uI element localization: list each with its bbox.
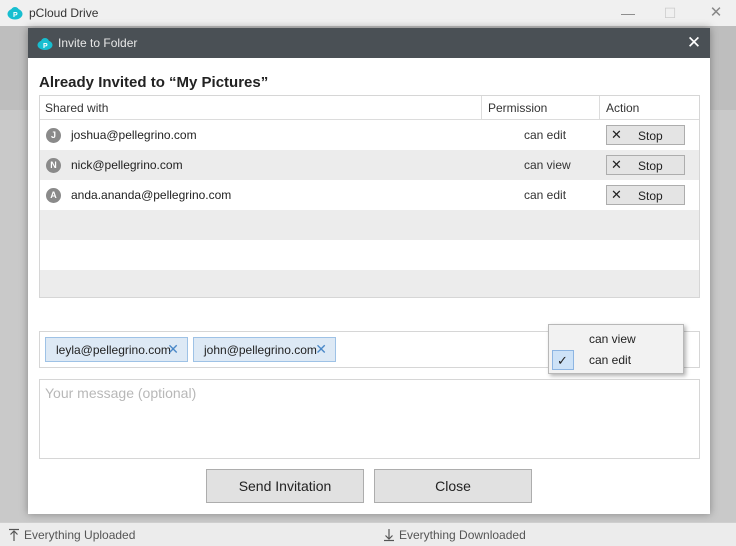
column-divider xyxy=(481,96,482,120)
avatar: N xyxy=(46,158,61,173)
avatar: A xyxy=(46,188,61,203)
remove-recipient-icon[interactable]: ✕ xyxy=(315,341,327,358)
member-email: joshua@pellegrino.com xyxy=(71,128,197,142)
stop-sharing-button[interactable]: ✕ Stop xyxy=(606,155,685,175)
table-row: A anda.ananda@pellegrino.com can edit ✕ … xyxy=(40,180,699,210)
recipient-email: john@pellegrino.com xyxy=(204,343,317,357)
svg-text:P: P xyxy=(43,43,48,50)
dialog-close-button[interactable]: ✕ xyxy=(684,33,704,53)
app-title: pCloud Drive xyxy=(29,6,99,20)
checkmark-icon: ✓ xyxy=(557,353,568,368)
member-permission[interactable]: can edit xyxy=(524,188,566,202)
member-email: nick@pellegrino.com xyxy=(71,158,183,172)
stop-sharing-button[interactable]: ✕ Stop xyxy=(606,125,685,145)
column-header-action[interactable]: Action xyxy=(606,101,639,115)
pcloud-logo-icon: P xyxy=(7,7,23,20)
column-header-shared-with[interactable]: Shared with xyxy=(45,101,108,115)
download-arrow-icon xyxy=(384,529,394,542)
empty-table-row xyxy=(40,210,699,240)
column-divider xyxy=(599,96,600,120)
close-icon: ✕ xyxy=(611,157,622,172)
svg-text:P: P xyxy=(13,12,18,19)
recipient-chip[interactable]: leyla@pellegrino.com ✕ xyxy=(45,337,188,362)
close-button[interactable]: Close xyxy=(374,469,532,503)
permission-dropdown-menu: can view ✓ can edit xyxy=(548,324,684,374)
menu-item-label: can view xyxy=(589,332,636,346)
invite-dialog: P Invite to Folder ✕ Already Invited to … xyxy=(28,28,710,514)
member-permission[interactable]: can edit xyxy=(524,128,566,142)
empty-table-row xyxy=(40,240,699,270)
avatar: J xyxy=(46,128,61,143)
stop-label: Stop xyxy=(638,129,663,143)
message-box xyxy=(39,379,700,459)
shared-with-table: Shared with Permission Action J joshua@p… xyxy=(39,95,700,298)
remove-recipient-icon[interactable]: ✕ xyxy=(167,341,179,358)
recipient-chip[interactable]: john@pellegrino.com ✕ xyxy=(193,337,336,362)
upload-arrow-icon xyxy=(9,528,19,541)
column-header-permission[interactable]: Permission xyxy=(488,101,547,115)
upload-status-text: Everything Uploaded xyxy=(24,528,136,542)
member-permission[interactable]: can view xyxy=(524,158,571,172)
close-icon: ✕ xyxy=(611,187,622,202)
menu-item-can-view[interactable]: can view xyxy=(549,328,683,350)
stop-label: Stop xyxy=(638,159,663,173)
download-status: Everything Downloaded xyxy=(383,528,583,542)
selected-indicator: ✓ xyxy=(552,350,574,370)
close-icon: ✕ xyxy=(611,127,622,142)
upload-status: Everything Uploaded xyxy=(8,528,208,542)
main-titlebar: P pCloud Drive — ☐ ✕ xyxy=(0,0,736,26)
status-bar: Everything Uploaded Everything Downloade… xyxy=(0,522,736,546)
dialog-titlebar: P Invite to Folder ✕ xyxy=(28,28,710,58)
dialog-title: Invite to Folder xyxy=(58,36,138,50)
recipient-email: leyla@pellegrino.com xyxy=(56,343,171,357)
minimize-button[interactable]: — xyxy=(618,4,638,22)
table-row: J joshua@pellegrino.com can edit ✕ Stop xyxy=(40,120,699,150)
table-row: N nick@pellegrino.com can view ✕ Stop xyxy=(40,150,699,180)
message-input[interactable] xyxy=(40,380,699,458)
pcloud-logo-icon: P xyxy=(37,38,53,50)
menu-item-label: can edit xyxy=(589,353,632,367)
stop-label: Stop xyxy=(638,189,663,203)
section-heading: Already Invited to “My Pictures” xyxy=(39,74,269,91)
table-header: Shared with Permission Action xyxy=(40,96,699,120)
stop-sharing-button[interactable]: ✕ Stop xyxy=(606,185,685,205)
empty-table-row xyxy=(40,270,699,297)
member-email: anda.ananda@pellegrino.com xyxy=(71,188,232,202)
maximize-button[interactable]: ☐ xyxy=(660,4,680,22)
window-close-button[interactable]: ✕ xyxy=(706,4,726,22)
send-invitation-button[interactable]: Send Invitation xyxy=(206,469,364,503)
download-status-text: Everything Downloaded xyxy=(399,528,526,542)
menu-item-can-edit[interactable]: ✓ can edit xyxy=(549,349,683,371)
